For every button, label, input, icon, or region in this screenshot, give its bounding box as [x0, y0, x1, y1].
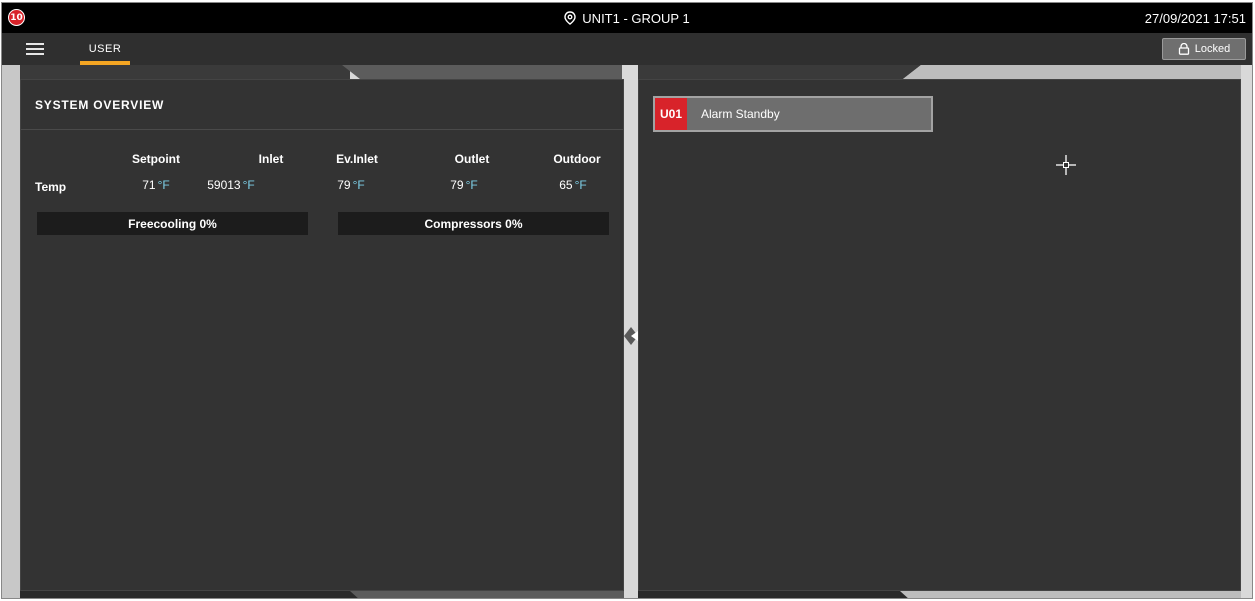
col-head-setpoint: Setpoint — [132, 152, 180, 166]
top-status-bar: 10 UNIT1 - GROUP 1 27/09/2021 17:51 — [2, 3, 1252, 33]
crosshair-cursor-icon — [1056, 155, 1076, 175]
app-frame: 10 UNIT1 - GROUP 1 27/09/2021 17:51 USER — [1, 2, 1253, 599]
unit: °F — [574, 178, 587, 192]
temp-setpoint: 71 °F — [116, 178, 196, 192]
unit-selector[interactable]: UNIT1 - GROUP 1 — [2, 3, 1252, 33]
temp-outdoor: 65 °F — [533, 178, 613, 192]
panel-title: SYSTEM OVERVIEW — [35, 98, 165, 112]
locked-label: Locked — [1194, 43, 1231, 55]
location-pin-icon — [564, 11, 576, 25]
temp-ev-inlet: 79 °F — [311, 178, 391, 192]
tab-user[interactable]: USER — [78, 33, 132, 65]
panel-splitter-handle[interactable] — [624, 327, 638, 345]
hamburger-menu-icon[interactable] — [26, 41, 44, 57]
unit: °F — [157, 178, 170, 192]
compressors-status: Compressors 0% — [338, 212, 609, 235]
top-bevel-right-shape — [638, 65, 1241, 79]
bottom-bevel-left — [20, 591, 624, 598]
freecooling-status: Freecooling 0% — [37, 212, 308, 235]
left-margin — [2, 65, 20, 598]
value: 59013 — [207, 178, 241, 192]
locked-button[interactable]: Locked — [1162, 38, 1246, 60]
top-bevel-shape — [342, 65, 622, 79]
unit: °F — [465, 178, 478, 192]
top-bevel — [20, 65, 350, 79]
col-head-outdoor: Outdoor — [553, 152, 601, 166]
nav-bar: USER Locked — [2, 33, 1252, 65]
value: 65 — [559, 178, 573, 192]
value: 79 — [337, 178, 351, 192]
value: 71 — [142, 178, 156, 192]
alarm-item[interactable]: U01 Alarm Standby — [653, 96, 933, 132]
alarm-code: U01 — [655, 98, 687, 130]
system-overview-panel: SYSTEM OVERVIEW Setpoint Inlet Ev.Inlet … — [20, 79, 624, 591]
bottom-bevel-right — [638, 591, 1241, 598]
row-label-temp: Temp — [35, 180, 67, 194]
col-head-evinlet: Ev.Inlet — [336, 152, 378, 166]
unit: °F — [352, 178, 365, 192]
title-divider — [21, 129, 623, 130]
unit-title: UNIT1 - GROUP 1 — [582, 10, 690, 26]
col-head-inlet: Inlet — [258, 152, 284, 166]
datetime: 27/09/2021 17:51 — [1144, 10, 1246, 26]
value: 79 — [450, 178, 464, 192]
col-head-outlet: Outlet — [454, 152, 490, 166]
temp-inlet: 59013 °F — [191, 178, 271, 192]
content-area: SYSTEM OVERVIEW Setpoint Inlet Ev.Inlet … — [2, 65, 1252, 598]
tab-user-label: USER — [88, 43, 122, 55]
alarms-panel: U01 Alarm Standby — [638, 79, 1241, 591]
alarm-text: Alarm Standby — [701, 107, 780, 121]
temp-outlet: 79 °F — [424, 178, 504, 192]
lock-icon — [1178, 43, 1190, 55]
unit: °F — [242, 178, 255, 192]
